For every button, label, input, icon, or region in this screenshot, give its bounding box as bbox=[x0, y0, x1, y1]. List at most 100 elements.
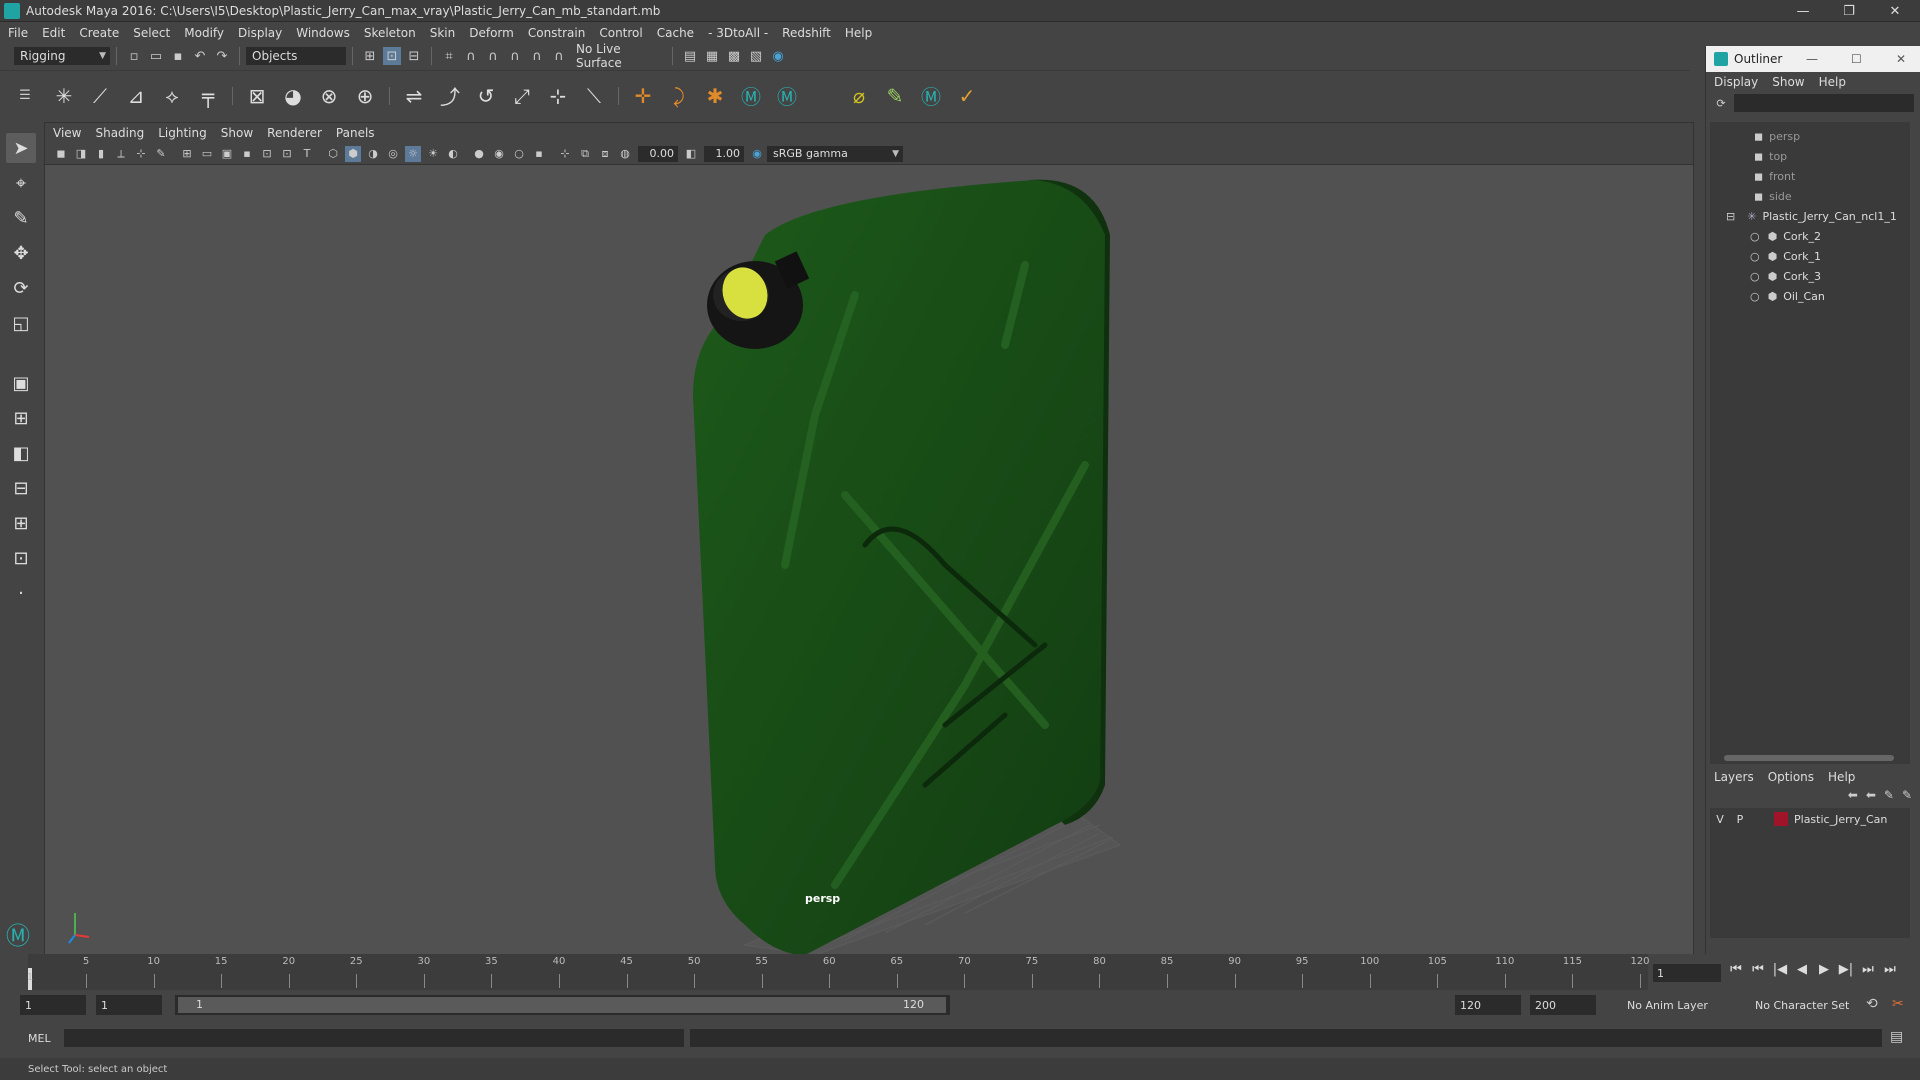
check-icon[interactable]: ✓ bbox=[951, 80, 983, 112]
layer-row[interactable]: V P Plastic_Jerry_Can bbox=[1710, 808, 1910, 830]
paint-weights-icon[interactable]: ◕ bbox=[277, 80, 309, 112]
snap-view-icon[interactable]: ∩ bbox=[506, 47, 524, 65]
mode-selector[interactable]: Rigging ▼ bbox=[14, 47, 110, 65]
play-backward-icon[interactable]: ◀ bbox=[1791, 962, 1813, 977]
outliner-menu-display[interactable]: Display bbox=[1714, 75, 1758, 89]
maya-script-icon[interactable]: Ⓜ bbox=[735, 80, 767, 112]
playback-end-field[interactable]: 120 bbox=[1455, 995, 1521, 1015]
two-d-pan-icon[interactable]: ⊹ bbox=[133, 146, 149, 162]
render-current-icon[interactable]: ▩ bbox=[725, 47, 743, 65]
lattice-icon[interactable]: ⊗ bbox=[313, 80, 345, 112]
snap-curve-icon[interactable]: ∩ bbox=[462, 47, 480, 65]
layout-options-icon[interactable]: · bbox=[6, 578, 36, 608]
outliner-menu-show[interactable]: Show bbox=[1772, 75, 1804, 89]
minimize-button[interactable]: — bbox=[1780, 0, 1826, 22]
menu-edit[interactable]: Edit bbox=[42, 26, 65, 40]
viewport-canvas[interactable] bbox=[45, 165, 1693, 955]
menu-create[interactable]: Create bbox=[79, 26, 119, 40]
scale-tool-icon[interactable]: ◱ bbox=[6, 308, 36, 338]
auto-key-icon[interactable]: ⟲ bbox=[1866, 996, 1878, 1012]
character-set-dropdown[interactable]: No Character Set bbox=[1750, 995, 1864, 1015]
orient-constraint-icon[interactable]: ↺ bbox=[470, 80, 502, 112]
four-view-layout-icon[interactable]: ⊞ bbox=[6, 403, 36, 433]
time-slider[interactable]: 1 5 10 15 20 25 30 35 40 45 50 55 60 65 70 75 80 85 90 95 1… bbox=[0, 954, 1920, 990]
maya-script-icon-3[interactable]: Ⓜ bbox=[915, 80, 947, 112]
layer-visibility-toggle[interactable]: V bbox=[1710, 813, 1730, 826]
viewport-menu-panels[interactable]: Panels bbox=[336, 126, 375, 140]
textured-icon[interactable]: ◎ bbox=[385, 146, 401, 162]
layer-color-swatch[interactable] bbox=[1774, 812, 1788, 826]
menu-deform[interactable]: Deform bbox=[469, 26, 514, 40]
outliner-item-oil-can[interactable]: ○ ⬢ Oil_Can bbox=[1750, 286, 1825, 306]
outliner-search-input[interactable] bbox=[1734, 94, 1914, 112]
outliner-menu-help[interactable]: Help bbox=[1819, 75, 1846, 89]
camera-icon[interactable]: ◼ bbox=[53, 146, 69, 162]
new-layer-selected-icon[interactable]: ✎ bbox=[1902, 788, 1912, 808]
redo-icon[interactable]: ↷ bbox=[213, 47, 231, 65]
menu-control[interactable]: Control bbox=[599, 26, 642, 40]
layer-playback-toggle[interactable]: P bbox=[1730, 813, 1750, 826]
lasso-tool-icon[interactable]: ⌖ bbox=[6, 168, 36, 198]
menu-select[interactable]: Select bbox=[133, 26, 170, 40]
view-transform-dropdown[interactable]: sRGB gamma ▼ bbox=[767, 145, 903, 162]
menu-skin[interactable]: Skin bbox=[430, 26, 456, 40]
wireframe-on-shaded-icon[interactable]: ◑ bbox=[365, 146, 381, 162]
menu-redshift[interactable]: Redshift bbox=[782, 26, 831, 40]
select-by-object-icon[interactable]: ⊡ bbox=[383, 47, 401, 65]
bookmark-icon[interactable]: ▮ bbox=[93, 146, 109, 162]
outliner-minimize-button[interactable]: — bbox=[1806, 52, 1818, 66]
select-tool-icon[interactable]: ➤ bbox=[6, 133, 36, 163]
ambient-occlusion-icon[interactable]: ◐ bbox=[445, 146, 461, 162]
xray-icon[interactable]: ⊹ bbox=[557, 146, 573, 162]
grid-icon[interactable]: ⊞ bbox=[179, 146, 195, 162]
playback-start-field[interactable]: 1 bbox=[96, 995, 162, 1015]
point-constraint-icon[interactable]: ⤴ bbox=[434, 80, 466, 112]
camera-attributes-icon[interactable]: ◨ bbox=[73, 146, 89, 162]
xray-components-icon[interactable]: ⧈ bbox=[597, 146, 613, 162]
undo-icon[interactable]: ↶ bbox=[191, 47, 209, 65]
viewport-menu-view[interactable]: View bbox=[53, 126, 81, 140]
resolution-gate-icon[interactable]: ▣ bbox=[219, 146, 235, 162]
menu-display[interactable]: Display bbox=[238, 26, 282, 40]
close-button[interactable]: ✕ bbox=[1872, 0, 1918, 22]
menu-constrain[interactable]: Constrain bbox=[528, 26, 586, 40]
menu-skeleton[interactable]: Skeleton bbox=[364, 26, 416, 40]
bind-skin-icon[interactable]: ⊠ bbox=[241, 80, 273, 112]
cluster-icon[interactable]: ⊕ bbox=[349, 80, 381, 112]
collapse-icon[interactable]: ⊟ bbox=[1726, 210, 1735, 223]
menu-modify[interactable]: Modify bbox=[184, 26, 224, 40]
move-layer-up-icon[interactable]: ⬅ bbox=[1848, 788, 1858, 808]
safe-action-icon[interactable]: ⊡ bbox=[279, 146, 295, 162]
joint-tool-icon[interactable]: ✳ bbox=[48, 80, 80, 112]
viewport-menu-shading[interactable]: Shading bbox=[95, 126, 144, 140]
command-language-label[interactable]: MEL bbox=[28, 1032, 51, 1045]
shelf-options-icon[interactable]: ☰ bbox=[18, 87, 32, 105]
snap-grid-icon[interactable]: ⌗ bbox=[440, 47, 458, 65]
range-bar[interactable]: 1 120 bbox=[175, 995, 950, 1015]
multisample-icon[interactable]: ◉ bbox=[491, 146, 507, 162]
maya-script-icon-2[interactable]: Ⓜ bbox=[771, 80, 803, 112]
gamma-field[interactable]: 1.00 bbox=[704, 145, 744, 162]
restore-button[interactable]: ❐ bbox=[1826, 0, 1872, 22]
depth-of-field-icon[interactable]: ○ bbox=[511, 146, 527, 162]
deformer-icon[interactable]: ⌀ bbox=[843, 80, 875, 112]
shadows-icon[interactable]: ☀ bbox=[425, 146, 441, 162]
safe-title-icon[interactable]: T bbox=[299, 146, 315, 162]
hypershade-icon[interactable]: ◉ bbox=[769, 47, 787, 65]
menu-3dtoall[interactable]: - 3DtoAll - bbox=[708, 26, 768, 40]
outliner-item-front[interactable]: ◼ front bbox=[1754, 166, 1795, 186]
step-back-frame-icon[interactable]: |◀ bbox=[1769, 962, 1791, 977]
scale-constraint-icon[interactable]: ⤢ bbox=[506, 80, 538, 112]
exposure-field[interactable]: 0.00 bbox=[638, 145, 678, 162]
persp-outliner-layout-icon[interactable]: ⊟ bbox=[6, 473, 36, 503]
outliner-item-group[interactable]: ⊟ ✳ Plastic_Jerry_Can_ncl1_1 bbox=[1726, 206, 1897, 226]
range-thumb[interactable]: 1 120 bbox=[178, 997, 946, 1013]
outliner-item-cork-2[interactable]: ○ ⬢ Cork_2 bbox=[1750, 226, 1821, 246]
persp-graph-layout-icon[interactable]: ⊞ bbox=[6, 508, 36, 538]
wireframe-icon[interactable]: ⬡ bbox=[325, 146, 341, 162]
step-forward-frame-icon[interactable]: ▶| bbox=[1835, 962, 1857, 977]
use-all-lights-icon[interactable]: ☼ bbox=[405, 145, 421, 162]
outliner-close-button[interactable]: ✕ bbox=[1896, 52, 1906, 66]
rotate-tool-icon[interactable]: ⟳ bbox=[6, 273, 36, 303]
gate-mask-icon[interactable]: ▪ bbox=[239, 146, 255, 162]
